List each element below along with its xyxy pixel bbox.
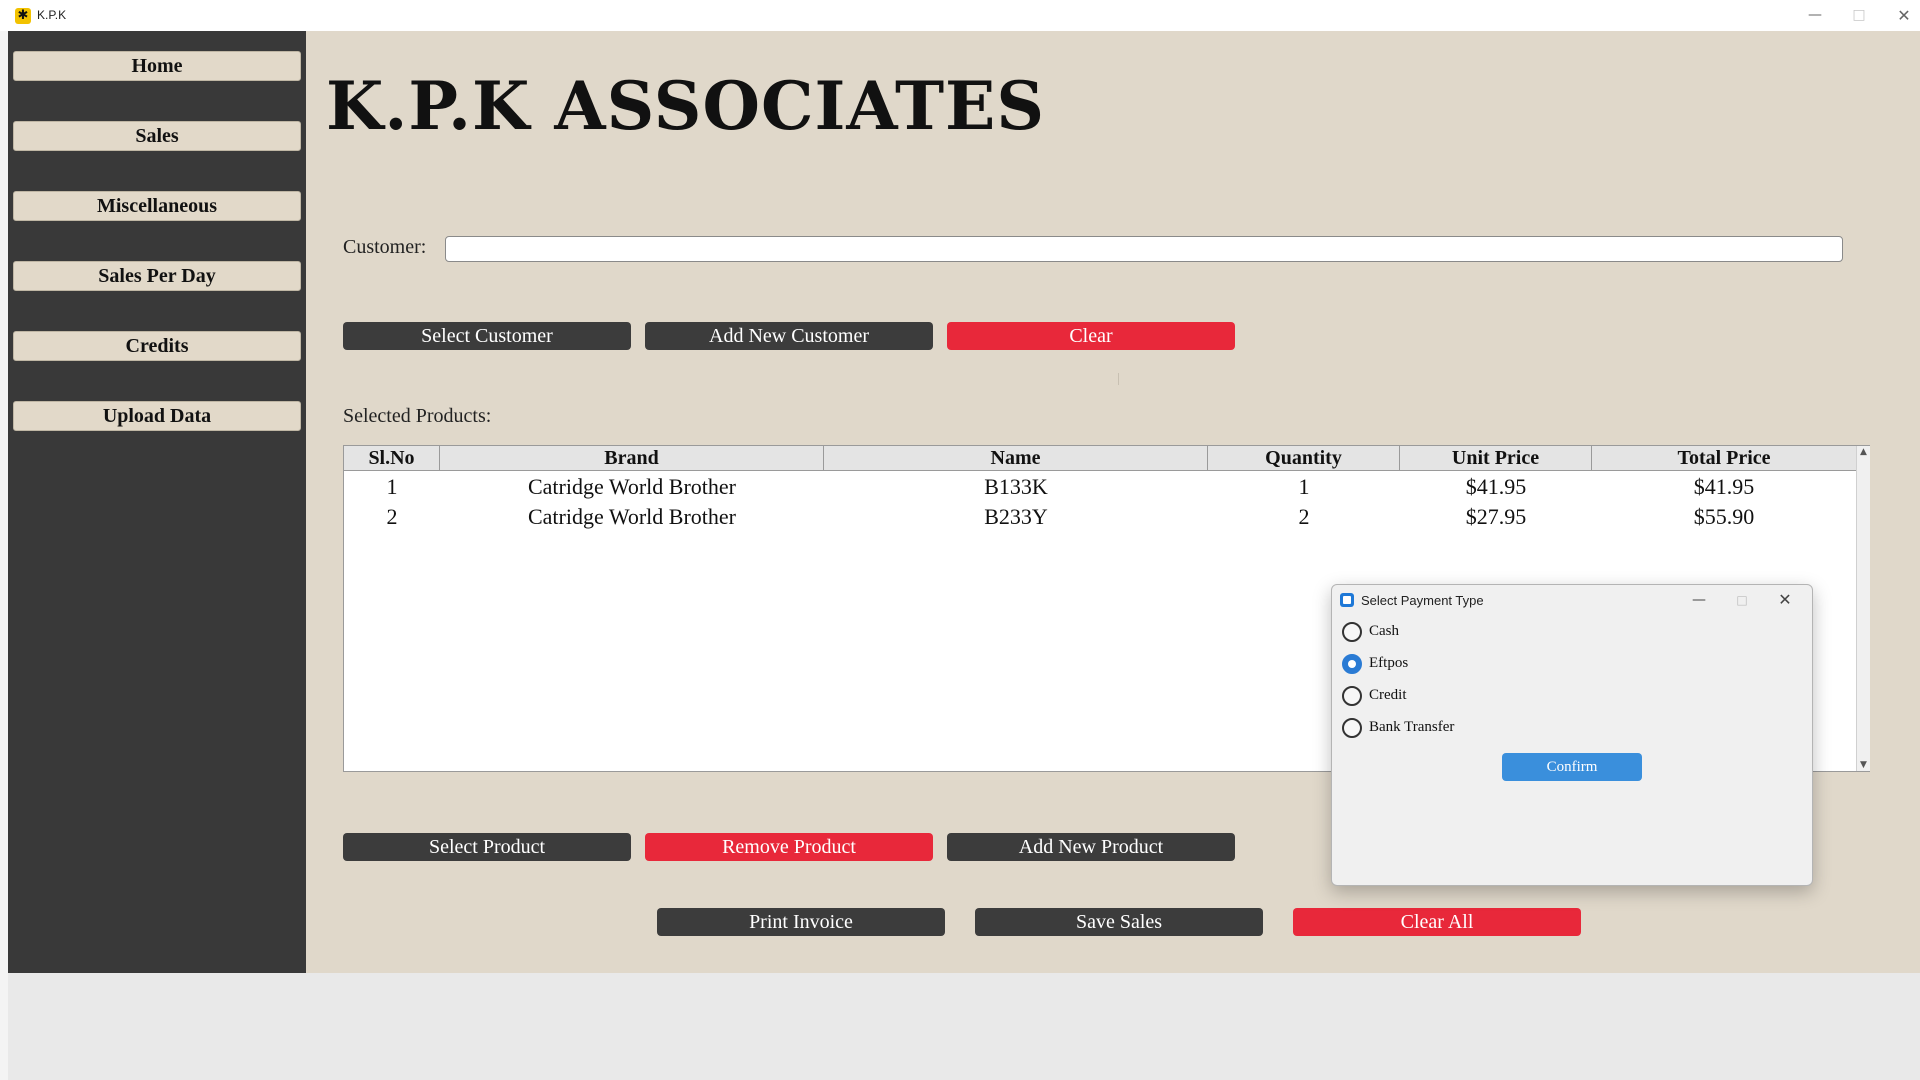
window-titlebar: ✱ K.P.K — □ ✕ <box>0 0 1920 32</box>
scroll-up-icon[interactable]: ▲ <box>1857 446 1870 458</box>
cell-sl-no: 1 <box>386 474 398 499</box>
select-product-button[interactable]: Select Product <box>343 833 631 861</box>
column-header-total-price[interactable]: Total Price <box>1592 446 1856 470</box>
sidebar-item-sales-per-day[interactable]: Sales Per Day <box>13 261 301 291</box>
sidebar-item-upload-data[interactable]: Upload Data <box>13 401 301 431</box>
page-title: K.P.K ASSOCIATES <box>326 67 1046 145</box>
column-header-sl-no[interactable]: Sl.No <box>344 446 440 470</box>
dialog-title: Select Payment Type <box>1361 593 1484 608</box>
cell-unit-price: $27.95 <box>1465 504 1527 529</box>
cell-unit-price: $41.95 <box>1465 474 1527 499</box>
column-header-brand[interactable]: Brand <box>440 446 824 470</box>
table-row[interactable]: 1 Catridge World Brother B133K 1 $41.95 … <box>344 472 1856 502</box>
dialog-maximize-icon[interactable]: □ <box>1727 589 1757 611</box>
cell-name: B133K <box>984 474 1048 499</box>
payment-option-label: Eftpos <box>1369 655 1409 671</box>
payment-option-label: Credit <box>1369 687 1407 703</box>
print-invoice-button[interactable]: Print Invoice <box>657 908 945 936</box>
table-header: Sl.No Brand Name Quantity Unit Price Tot… <box>344 446 1856 471</box>
dialog-minimize-icon[interactable]: — <box>1684 589 1714 611</box>
remove-product-button[interactable]: Remove Product <box>645 833 933 861</box>
cell-name: B233Y <box>984 504 1048 529</box>
sidebar-item-credits[interactable]: Credits <box>13 331 301 361</box>
minimize-icon[interactable]: — <box>1793 0 1837 31</box>
select-customer-button[interactable]: Select Customer <box>343 322 631 350</box>
column-header-quantity[interactable]: Quantity <box>1208 446 1400 470</box>
add-new-product-button[interactable]: Add New Product <box>947 833 1235 861</box>
dialog-app-icon <box>1340 593 1354 607</box>
table-row[interactable]: 2 Catridge World Brother B233Y 2 $27.95 … <box>344 502 1856 532</box>
save-sales-button[interactable]: Save Sales <box>975 908 1263 936</box>
close-icon[interactable]: ✕ <box>1882 0 1920 31</box>
clear-all-button[interactable]: Clear All <box>1293 908 1581 936</box>
scroll-down-icon[interactable]: ▼ <box>1857 759 1870 771</box>
cell-brand: Catridge World Brother <box>527 474 736 499</box>
clear-customer-button[interactable]: Clear <box>947 322 1235 350</box>
cell-total-price: $55.90 <box>1693 504 1755 529</box>
column-header-name[interactable]: Name <box>824 446 1208 470</box>
confirm-button[interactable]: Confirm <box>1502 753 1642 781</box>
radio-button[interactable] <box>1342 686 1362 706</box>
cell-quantity: 1 <box>1298 474 1310 499</box>
dialog-titlebar: Select Payment Type — □ ✕ <box>1332 585 1812 615</box>
payment-option-label: Cash <box>1369 623 1399 639</box>
window-left-edge <box>0 31 8 1080</box>
sidebar-item-sales[interactable]: Sales <box>13 121 301 151</box>
column-header-unit-price[interactable]: Unit Price <box>1400 446 1592 470</box>
payment-type-dialog: Select Payment Type — □ ✕ Cash Eftpos Cr… <box>1331 584 1813 886</box>
customer-label: Customer: <box>343 236 427 258</box>
sidebar-item-miscellaneous[interactable]: Miscellaneous <box>13 191 301 221</box>
cell-sl-no: 2 <box>386 504 398 529</box>
window-title: K.P.K <box>37 8 67 22</box>
radio-button[interactable] <box>1342 718 1362 738</box>
table-scrollbar[interactable]: ▲ ▼ <box>1856 446 1870 771</box>
divider <box>1118 373 1119 385</box>
cell-total-price: $41.95 <box>1693 474 1755 499</box>
sidebar: Home Sales Miscellaneous Sales Per Day C… <box>8 31 306 973</box>
selected-products-label: Selected Products: <box>343 405 492 427</box>
window-bottom-area <box>8 973 1920 1080</box>
sidebar-item-home[interactable]: Home <box>13 51 301 81</box>
radio-button-selected[interactable] <box>1342 654 1362 674</box>
app-logo-icon: ✱ <box>15 8 31 24</box>
payment-option-label: Bank Transfer <box>1369 719 1455 735</box>
cell-brand: Catridge World Brother <box>527 504 736 529</box>
cell-quantity: 2 <box>1298 504 1310 529</box>
dialog-close-icon[interactable]: ✕ <box>1770 589 1800 611</box>
maximize-icon[interactable]: □ <box>1837 0 1881 31</box>
add-new-customer-button[interactable]: Add New Customer <box>645 322 933 350</box>
customer-field[interactable] <box>445 236 1843 262</box>
radio-button[interactable] <box>1342 622 1362 642</box>
